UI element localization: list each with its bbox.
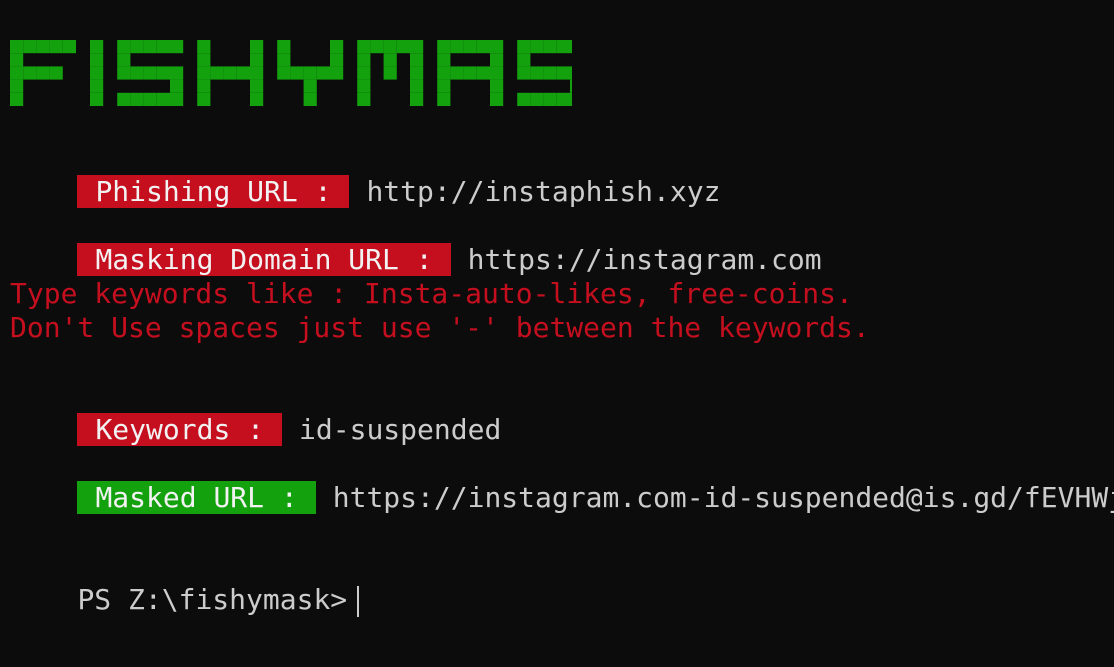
phishing-url-label: Phishing URL :	[77, 175, 350, 208]
phishing-url-row: Phishing URL : http://instaphish.xyz	[10, 141, 720, 208]
shell-prompt: PS Z:\fishymask>	[77, 583, 348, 616]
phishing-url-value: http://instaphish.xyz	[366, 175, 721, 208]
masking-domain-row: Masking Domain URL : https://instagram.co…	[10, 209, 822, 276]
keywords-hint-line-1: Type keywords like : Insta-auto-likes, f…	[10, 277, 853, 310]
masked-url-row: Masked URL : https://instagram.com-id-sus…	[10, 447, 1114, 514]
keywords-hint-line-2: Don't Use spaces just use '-' between th…	[10, 311, 870, 344]
shell-prompt-row[interactable]: PS Z:\fishymask>	[10, 549, 360, 617]
masked-url-value[interactable]: https://instagram.com-id-suspended@is.gd…	[333, 481, 1114, 515]
masking-domain-value: https://instagram.com	[467, 243, 822, 276]
terminal-window[interactable]: Phishing URL : http://instaphish.xyz Mask…	[0, 0, 1114, 667]
masked-url-label: Masked URL :	[77, 481, 316, 514]
keywords-row: Keywords : id-suspended	[10, 379, 501, 446]
masking-domain-label: Masking Domain URL :	[77, 243, 451, 276]
fishymask-banner-logo	[10, 40, 572, 106]
text-cursor	[357, 585, 360, 617]
keywords-value: id-suspended	[299, 413, 502, 446]
keywords-label: Keywords :	[77, 413, 283, 446]
